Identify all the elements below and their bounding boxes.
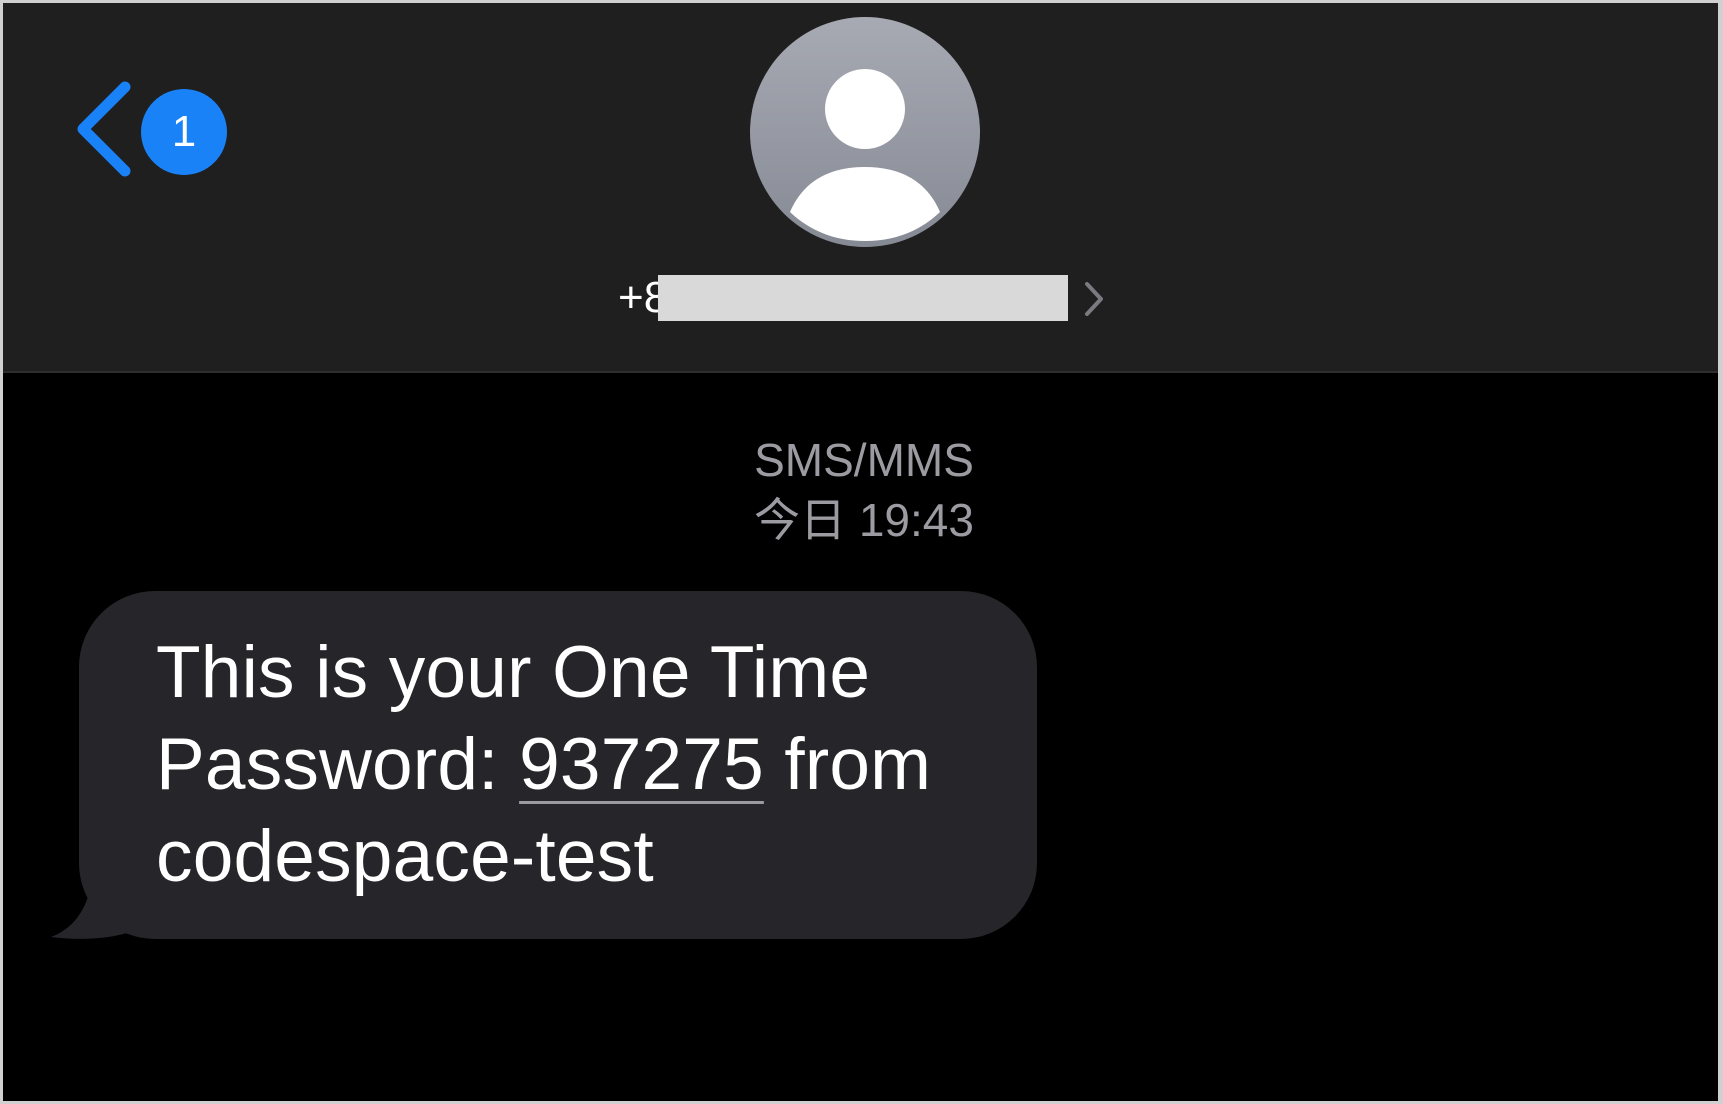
received-message-bubble[interactable]: This is your One Time Password: 937275 f…	[51, 591, 1041, 941]
redacted-phone-number	[658, 275, 1068, 321]
contact-number: +8	[618, 273, 658, 322]
chevron-left-icon	[77, 81, 131, 177]
contact-name-button[interactable]: +8	[618, 271, 1106, 325]
messages-screen: 1 +8 SMS/MMS 今日 19:43 This is your One T…	[0, 0, 1723, 1104]
timestamp-text: 今日 19:43	[754, 494, 974, 546]
service-label-text: SMS/MMS	[754, 434, 974, 486]
message-text: This is your One Time Password: 937275 f…	[156, 627, 1016, 903]
person-silhouette-icon	[790, 69, 940, 241]
back-button[interactable]: 1	[73, 81, 233, 181]
otp-code-link[interactable]: 937275	[519, 724, 764, 805]
unread-count-badge: 1	[141, 89, 227, 175]
contact-avatar[interactable]	[750, 17, 980, 247]
chevron-right-icon	[1085, 282, 1103, 316]
conversation-header: 1 +8	[3, 3, 1718, 373]
